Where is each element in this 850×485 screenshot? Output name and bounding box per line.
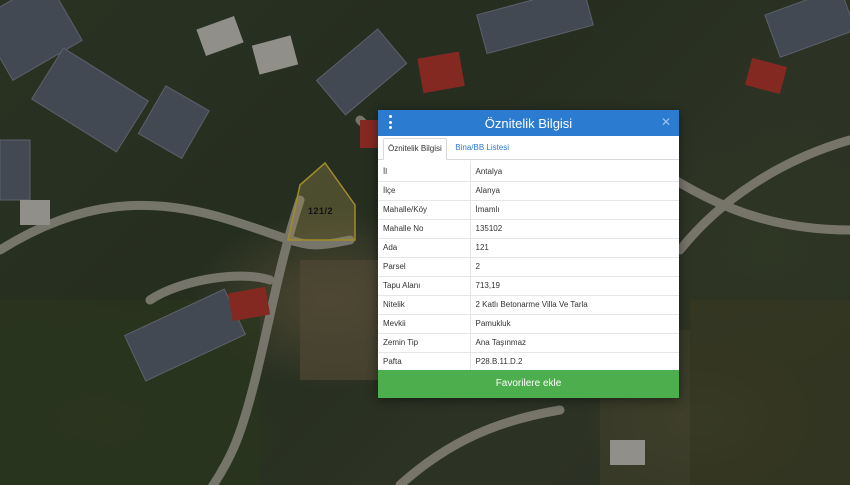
row-value: P28.B.11.D.2 — [470, 352, 679, 372]
dialog-tabs: Öznitelik Bilgisi Bina/BB Listesi — [378, 136, 679, 160]
row-value: 121 — [470, 238, 679, 258]
table-row: İl Antalya — [378, 162, 679, 182]
table-row: Nitelik 2 Katlı Betonarme Villa Ve Tarla — [378, 295, 679, 315]
row-key: Zemin Tip — [378, 333, 471, 353]
table-row: Mahalle/Köy İmamlı — [378, 200, 679, 220]
row-value: İmamlı — [470, 200, 679, 220]
row-key: Ada — [378, 238, 471, 258]
table-row: Tapu Alanı 713,19 — [378, 276, 679, 296]
row-value: 2 — [470, 257, 679, 277]
table-row: Mevkii Pamukluk — [378, 314, 679, 334]
row-value: Pamukluk — [470, 314, 679, 334]
close-icon[interactable]: ✕ — [661, 115, 671, 129]
row-key: Mahalle No — [378, 219, 471, 239]
row-key: İlçe — [378, 181, 471, 201]
row-key: Mahalle/Köy — [378, 200, 471, 220]
table-row: Pafta P28.B.11.D.2 — [378, 352, 679, 372]
dialog-title: Öznitelik Bilgisi — [484, 116, 573, 131]
row-key: Tapu Alanı — [378, 276, 471, 296]
parcel-label: 121/2 — [308, 206, 334, 216]
table-row: Mahalle No 135102 — [378, 219, 679, 239]
row-key: İl — [378, 162, 471, 182]
attribute-table: İl Antalya İlçe Alanya Mahalle/Köy İmamlı M… — [378, 162, 679, 372]
table-row: Ada 121 — [378, 238, 679, 258]
attribute-info-dialog: Öznitelik Bilgisi ✕ Öznitelik Bilgisi Bi… — [378, 110, 679, 398]
table-row: Zemin Tip Ana Taşınmaz — [378, 333, 679, 353]
table-row: İlçe Alanya — [378, 181, 679, 201]
tab-building-list[interactable]: Bina/BB Listesi — [451, 138, 513, 160]
add-to-favorites-button[interactable]: Favorilere ekle — [378, 370, 679, 398]
dialog-header: Öznitelik Bilgisi ✕ — [378, 110, 679, 136]
row-key: Parsel — [378, 257, 471, 277]
row-key: Pafta — [378, 352, 471, 372]
row-key: Nitelik — [378, 295, 471, 315]
table-row: Parsel 2 — [378, 257, 679, 277]
row-value: 135102 — [470, 219, 679, 239]
row-value: Antalya — [470, 162, 679, 182]
row-value: 713,19 — [470, 276, 679, 296]
tab-attribute-info[interactable]: Öznitelik Bilgisi — [383, 138, 447, 160]
row-value: Alanya — [470, 181, 679, 201]
row-value: Ana Taşınmaz — [470, 333, 679, 353]
row-key: Mevkii — [378, 314, 471, 334]
row-value: 2 Katlı Betonarme Villa Ve Tarla — [470, 295, 679, 315]
